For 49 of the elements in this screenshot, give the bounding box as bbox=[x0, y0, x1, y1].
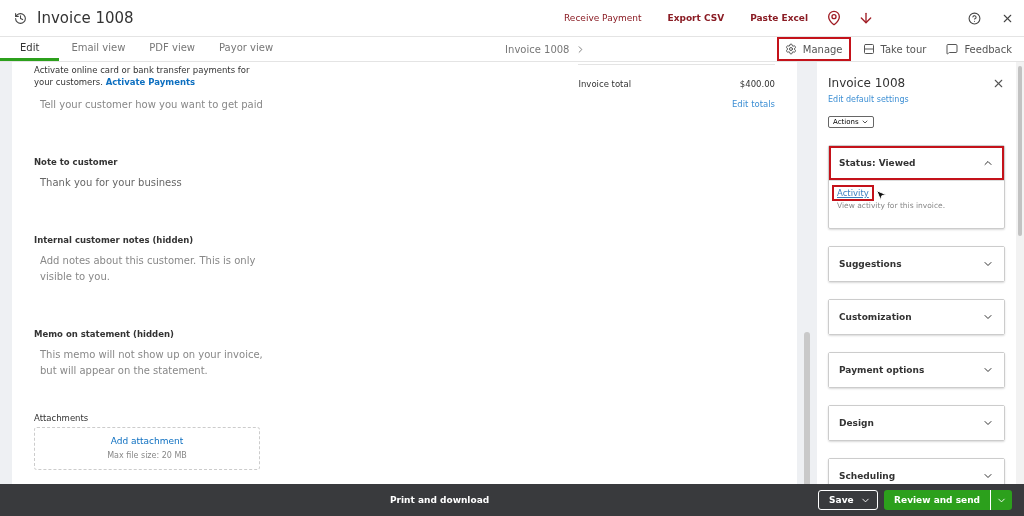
field-label: Note to customer bbox=[34, 156, 119, 167]
cursor-icon bbox=[874, 189, 887, 201]
send-options-button[interactable] bbox=[990, 490, 1012, 510]
save-button[interactable]: Save bbox=[818, 490, 879, 510]
header-link[interactable]: Receive Payment bbox=[564, 13, 642, 23]
speech-bubble-icon bbox=[946, 43, 959, 55]
section-header[interactable]: Design bbox=[829, 406, 1004, 440]
total-label: Invoice total bbox=[578, 79, 631, 89]
pin-icon[interactable] bbox=[826, 10, 842, 26]
toolbar-button[interactable]: Take tour bbox=[854, 37, 935, 61]
notes-field[interactable]: This memo will not show up on your invoice, but will appear on the statement. bbox=[34, 338, 284, 387]
scrollbar[interactable] bbox=[1018, 66, 1022, 236]
section-header[interactable]: Status: Viewed bbox=[829, 146, 1004, 180]
gear-icon bbox=[784, 43, 797, 55]
down-arrow-icon[interactable] bbox=[858, 10, 874, 26]
help-icon[interactable] bbox=[968, 11, 981, 25]
toolbar-button[interactable]: Feedback bbox=[938, 37, 1020, 61]
activity-link[interactable]: Activity bbox=[832, 185, 874, 201]
message-field[interactable]: Thank you for your business bbox=[34, 166, 284, 199]
payment-instructions-field[interactable]: Tell your customer how you want to get paid bbox=[34, 88, 284, 121]
breadcrumb: Invoice 1008 bbox=[505, 43, 570, 55]
edit-totals-link[interactable]: Edit totals bbox=[731, 99, 775, 109]
section-header[interactable]: Scheduling bbox=[829, 459, 1004, 484]
attachment-dropzone[interactable]: Add attachment Max file size: 20 MB bbox=[34, 426, 260, 470]
field-label: Attachments bbox=[34, 412, 90, 423]
section-header[interactable]: Customization bbox=[829, 300, 1004, 334]
field-label: Memo on statement (hidden) bbox=[34, 328, 175, 339]
invoice-title: Invoice 1008 bbox=[37, 9, 135, 27]
file-size-hint: Max file size: 20 MB bbox=[107, 451, 187, 461]
history-icon[interactable] bbox=[14, 11, 27, 25]
view-tab[interactable]: PDF view bbox=[137, 37, 208, 61]
view-tab[interactable]: Payor view bbox=[207, 37, 286, 61]
header-link[interactable]: Paste Excel bbox=[750, 13, 808, 23]
caret-icon bbox=[860, 118, 869, 126]
notes-field[interactable]: Add notes about this customer. This is only visible to you. bbox=[34, 244, 284, 293]
section-header[interactable]: Suggestions bbox=[829, 247, 1004, 281]
view-tab[interactable]: Email view bbox=[59, 37, 138, 61]
header-link[interactable]: Export CSV bbox=[667, 13, 725, 23]
add-attachment-link[interactable]: Add attachment bbox=[110, 436, 184, 447]
field-label: Internal customer notes (hidden) bbox=[34, 234, 195, 245]
print-button[interactable]: Print and download bbox=[384, 494, 819, 506]
panel-title: Invoice 1008 bbox=[828, 76, 906, 90]
payments-text: Activate online card or bank transfer payments for your customers. Activate Payments bbox=[34, 64, 251, 89]
total-amount: $400.00 bbox=[739, 79, 775, 89]
activate-payments-link[interactable]: Activate Payments bbox=[105, 77, 196, 88]
toolbar-button[interactable]: Manage bbox=[776, 37, 851, 61]
edit-settings-link[interactable]: Edit default settings bbox=[828, 95, 1005, 104]
section-header[interactable]: Payment options bbox=[829, 353, 1004, 387]
scrollbar[interactable] bbox=[804, 332, 810, 484]
